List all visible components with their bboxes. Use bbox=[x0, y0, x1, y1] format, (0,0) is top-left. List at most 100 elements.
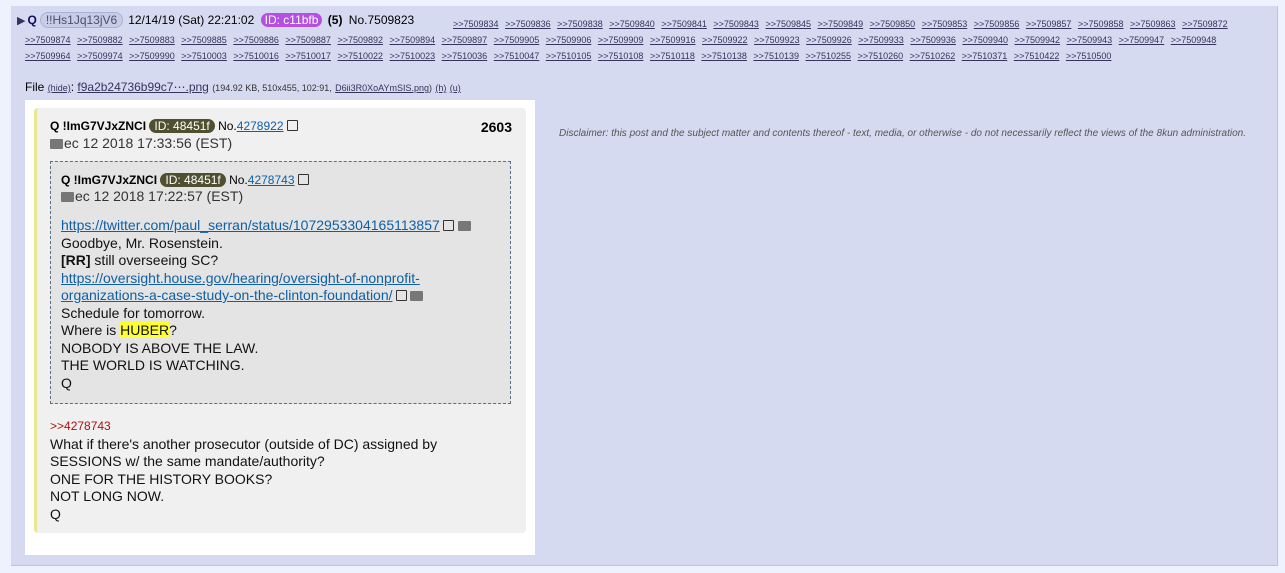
external-link-icon bbox=[297, 174, 309, 185]
backlink[interactable]: >>7509849 bbox=[818, 19, 864, 29]
backlink[interactable]: >>7510260 bbox=[858, 51, 904, 61]
post-image[interactable]: Q !ImG7VJxZNCI ID: 48451f No.4278922 ec … bbox=[25, 100, 535, 555]
backlink[interactable]: >>7509964 bbox=[25, 51, 71, 61]
backlink[interactable]: >>7510500 bbox=[1066, 51, 1112, 61]
backlink[interactable]: >>7509990 bbox=[129, 51, 175, 61]
backlink[interactable]: >>7510371 bbox=[962, 51, 1008, 61]
backlink[interactable]: >>7510255 bbox=[806, 51, 852, 61]
folder-icon bbox=[410, 291, 424, 301]
quoted-line: Q bbox=[61, 374, 72, 391]
backlink[interactable]: >>7509836 bbox=[505, 19, 551, 29]
backlink[interactable]: >>7509857 bbox=[1026, 19, 1072, 29]
reply-line: SESSIONS w/ the same mandate/authority? bbox=[50, 453, 325, 469]
backlink[interactable]: >>7509926 bbox=[806, 35, 852, 45]
hide-file-link[interactable]: (hide) bbox=[48, 83, 71, 93]
backlink[interactable]: >>7510108 bbox=[598, 51, 644, 61]
backlink[interactable]: >>7510017 bbox=[285, 51, 331, 61]
image-poster-name: Q !ImG7VJxZNCI bbox=[50, 119, 147, 133]
backlink[interactable]: >>7509885 bbox=[181, 35, 227, 45]
file-meta: (194.92 KB, 510x455, 102:91, bbox=[212, 83, 332, 93]
post-number[interactable]: No.7509823 bbox=[349, 13, 414, 27]
poster-id-badge[interactable]: ID: c11bfb bbox=[260, 13, 323, 27]
backlink[interactable]: >>7510022 bbox=[337, 51, 383, 61]
backlink[interactable]: >>7509886 bbox=[233, 35, 279, 45]
backlink[interactable]: >>7509974 bbox=[77, 51, 123, 61]
hide-image-link[interactable]: (h) bbox=[435, 83, 446, 93]
disclaimer: Disclaimer: this post and the subject ma… bbox=[559, 128, 1246, 139]
backlink[interactable]: >>7510003 bbox=[181, 51, 227, 61]
backlink[interactable]: >>7510422 bbox=[1014, 51, 1060, 61]
backlink[interactable]: >>7510105 bbox=[546, 51, 592, 61]
quoted-poster-name: Q !ImG7VJxZNCI bbox=[61, 173, 158, 187]
backlink[interactable]: >>7509936 bbox=[910, 35, 956, 45]
reply-line: What if there's another prosecutor (outs… bbox=[50, 435, 438, 452]
backlink[interactable]: >>7509940 bbox=[962, 35, 1008, 45]
backlink[interactable]: >>7509874 bbox=[25, 35, 71, 45]
backlink[interactable]: >>7510023 bbox=[390, 51, 436, 61]
original-file-link[interactable]: D6ii3R0XoAYmSIS.png bbox=[335, 83, 429, 93]
quoted-line-text: still overseeing SC? bbox=[90, 252, 219, 268]
screenshot-card: Q !ImG7VJxZNCI ID: 48451f No.4278922 ec … bbox=[34, 108, 526, 533]
backlink[interactable]: >>7509947 bbox=[1119, 35, 1165, 45]
post: >>7509834 >>7509836 >>7509838 >>7509840 … bbox=[11, 6, 1278, 566]
collapse-arrow-icon[interactable]: ▶ bbox=[17, 15, 25, 27]
backlink[interactable]: >>7509856 bbox=[974, 19, 1020, 29]
folder-icon bbox=[457, 221, 471, 231]
backlink[interactable]: >>7509841 bbox=[661, 19, 707, 29]
reply-quotelink: >>4278743 bbox=[50, 419, 111, 433]
backlink[interactable]: >>7509933 bbox=[858, 35, 904, 45]
backlink[interactable]: >>7509850 bbox=[870, 19, 916, 29]
backlink[interactable]: >>7509882 bbox=[77, 35, 123, 45]
backlink[interactable]: >>7509872 bbox=[1182, 19, 1228, 29]
reply-line: ONE FOR THE HISTORY BOOKS? bbox=[50, 470, 273, 487]
file-label: File bbox=[25, 80, 45, 94]
file-info: File (hide): f9a2b24736b99c7⋯.png (194.9… bbox=[25, 80, 461, 95]
quoted-line: Goodbye, Mr. Rosenstein. bbox=[61, 234, 223, 251]
unhide-image-link[interactable]: (u) bbox=[450, 83, 461, 93]
backlink[interactable]: >>7509943 bbox=[1067, 35, 1113, 45]
backlink[interactable]: >>7509883 bbox=[129, 35, 175, 45]
backlink[interactable]: >>7509923 bbox=[754, 35, 800, 45]
quoted-no-prefix: No. bbox=[229, 173, 248, 187]
backlink[interactable]: >>7510138 bbox=[701, 51, 747, 61]
backlink[interactable]: >>7510139 bbox=[753, 51, 799, 61]
backlink[interactable]: >>7509892 bbox=[337, 35, 383, 45]
backlink[interactable]: >>7509853 bbox=[922, 19, 968, 29]
external-link-icon bbox=[395, 290, 407, 301]
image-no-prefix: No. bbox=[218, 119, 237, 133]
backlink[interactable]: >>7509858 bbox=[1078, 19, 1124, 29]
backlink[interactable]: >>7509942 bbox=[1014, 35, 1060, 45]
backlink[interactable]: >>7509845 bbox=[765, 19, 811, 29]
quoted-line: NOBODY IS ABOVE THE LAW. bbox=[61, 339, 259, 356]
backlink[interactable]: >>7509843 bbox=[713, 19, 759, 29]
quoted-post: Q !ImG7VJxZNCI ID: 48451f No.4278743 ec … bbox=[50, 161, 511, 404]
file-name-link[interactable]: f9a2b24736b99c7⋯.png bbox=[77, 80, 208, 94]
backlink[interactable]: >>7509840 bbox=[609, 19, 655, 29]
backlink[interactable]: >>7509887 bbox=[285, 35, 331, 45]
backlink[interactable]: >>7509909 bbox=[598, 35, 644, 45]
backlink[interactable]: >>7510016 bbox=[233, 51, 279, 61]
backlink[interactable]: >>7509922 bbox=[702, 35, 748, 45]
backlink[interactable]: >>7510036 bbox=[442, 51, 488, 61]
image-post-date: ec 12 2018 17:33:56 (EST) bbox=[64, 135, 233, 151]
backlink[interactable]: >>7509838 bbox=[557, 19, 603, 29]
backlink[interactable]: >>7509905 bbox=[494, 35, 540, 45]
backlink[interactable]: >>7509834 bbox=[453, 19, 499, 29]
backlink[interactable]: >>7510118 bbox=[650, 51, 695, 61]
backlink[interactable]: >>7510262 bbox=[910, 51, 956, 61]
backlink[interactable]: >>7509948 bbox=[1171, 35, 1217, 45]
huber-highlight: HUBER bbox=[120, 322, 170, 338]
tripcode: !!Hs1Jq13jV6 bbox=[39, 12, 124, 28]
backlink[interactable]: >>7509863 bbox=[1130, 19, 1176, 29]
backlink[interactable]: >>7509906 bbox=[546, 35, 592, 45]
backlink[interactable]: >>7509916 bbox=[650, 35, 696, 45]
external-link-icon bbox=[442, 220, 454, 231]
backlink[interactable]: >>7509894 bbox=[390, 35, 436, 45]
image-post-header: Q !ImG7VJxZNCI ID: 48451f No.4278922 bbox=[50, 118, 298, 135]
twitter-link: https://twitter.com/paul_serran/status/1… bbox=[61, 217, 440, 233]
reply-line: Q bbox=[50, 505, 61, 522]
post-datetime: 12/14/19 (Sat) 22:21:02 bbox=[128, 13, 255, 27]
backlink[interactable]: >>7509897 bbox=[442, 35, 488, 45]
backlink[interactable]: >>7510047 bbox=[494, 51, 540, 61]
reply-count: (5) bbox=[327, 13, 343, 27]
